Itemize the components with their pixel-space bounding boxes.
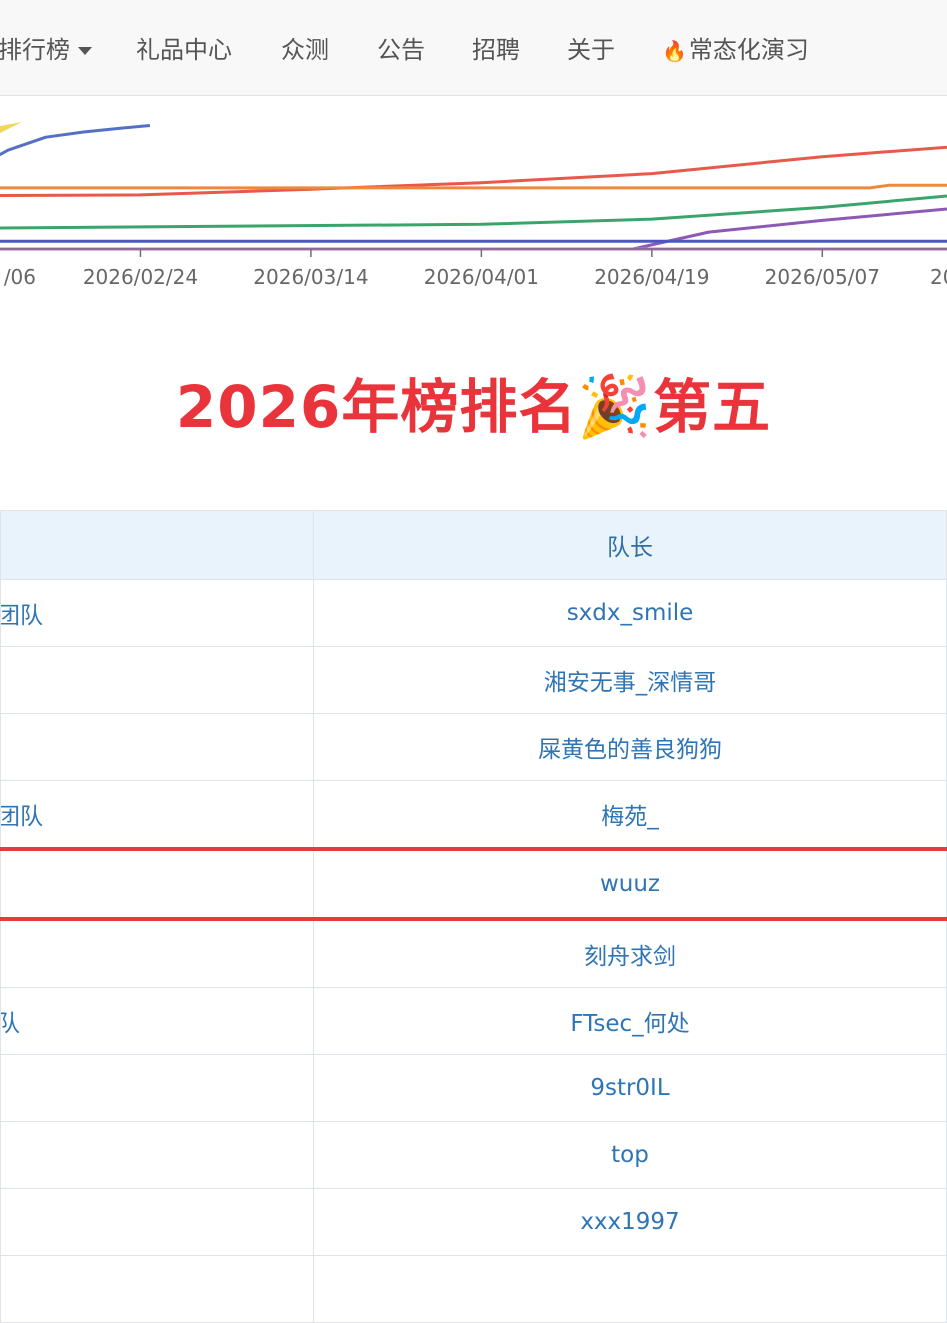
series-layer <box>0 124 947 251</box>
series-line-3 <box>0 183 947 190</box>
team-cell[interactable] <box>0 1054 314 1122</box>
nav-gift-center[interactable]: 礼品中心 <box>136 30 232 70</box>
table-row: 团队 梅苑_ <box>0 780 947 850</box>
team-cell[interactable]: 团队 <box>0 780 314 850</box>
nav-careers[interactable]: 招聘 <box>472 30 520 70</box>
table-row: 湘安无事_深情哥 <box>0 646 947 714</box>
x-tick-label: /06 <box>4 265 36 289</box>
header-leader: 队长 <box>313 510 947 580</box>
team-cell[interactable] <box>0 646 314 714</box>
x-tick-label: 2026/02/24 <box>83 265 198 289</box>
leader-name[interactable] <box>313 1255 947 1323</box>
x-tick-label: 2026/04/01 <box>424 265 539 289</box>
table-row: 屎黄色的善良狗狗 <box>0 713 947 781</box>
nav-drill-label: 常态化演习 <box>688 36 809 64</box>
fire-icon: 🔥 <box>662 39 687 63</box>
party-popper-icon: 🎉 <box>577 372 654 442</box>
caret-down-icon <box>78 47 92 55</box>
leader-name[interactable]: xxx1997 <box>313 1188 947 1256</box>
leader-name[interactable]: 刻舟求剑 <box>313 918 947 988</box>
table-row <box>0 1255 947 1323</box>
score-trend-chart: /06 2026/02/24 2026/03/14 2026/04/01 2026/04… <box>0 122 947 289</box>
leader-name[interactable]: sxdx_smile <box>313 579 947 647</box>
team-cell[interactable] <box>0 1188 314 1256</box>
team-name[interactable]: 团队 <box>2 603 44 629</box>
x-tick-label: 2026/04/19 <box>594 265 709 289</box>
table-header-row: 队长 <box>0 510 947 580</box>
leader-name[interactable]: top <box>313 1121 947 1189</box>
team-cell[interactable] <box>0 847 314 921</box>
nav-crowdtest[interactable]: 众测 <box>281 30 329 70</box>
team-name[interactable]: 团队 <box>2 804 44 830</box>
headline-text-before: 2026年榜排名 <box>175 373 578 441</box>
series-line-1 <box>0 124 151 157</box>
table-row: 队 FTsec_何处 <box>0 987 947 1055</box>
x-axis-ticks: /06 2026/02/24 2026/03/14 2026/04/01 2026/04… <box>4 249 947 289</box>
team-name[interactable]: 队 <box>2 1011 21 1037</box>
series-line-6 <box>0 239 947 243</box>
leader-name[interactable]: 梅苑_ <box>313 780 947 850</box>
team-cell[interactable] <box>0 918 314 988</box>
leaderboard-table: 队长 团队 sxdx_smile 湘安无事_深情哥 屎黄色的善良狗狗 团队 梅苑_ wuuz… <box>0 510 947 1323</box>
team-cell[interactable]: 团队 <box>0 579 314 647</box>
team-cell[interactable]: 队 <box>0 987 314 1055</box>
nav-drill[interactable]: 🔥常态化演习 <box>662 30 809 70</box>
nav-about[interactable]: 关于 <box>567 30 615 70</box>
x-tick-label: 2026/03/14 <box>253 265 368 289</box>
table-row: 刻舟求剑 <box>0 918 947 988</box>
table-row: 团队 sxdx_smile <box>0 579 947 647</box>
nav-announcements[interactable]: 公告 <box>377 30 425 70</box>
nav-leaderboard-label: 排行榜 <box>0 36 70 64</box>
leader-name[interactable]: 湘安无事_深情哥 <box>313 646 947 714</box>
table-row: wuuz <box>0 847 947 921</box>
top-navbar: 排行榜 礼品中心 众测 公告 招聘 关于 🔥常态化演习 <box>0 0 947 96</box>
team-cell[interactable] <box>0 1121 314 1189</box>
table-row: xxx1997 <box>0 1188 947 1256</box>
cropped-series-fragment <box>0 122 22 133</box>
team-cell[interactable] <box>0 713 314 781</box>
x-tick-label: 2026/05/07 <box>765 265 880 289</box>
headline-text-after: 第五 <box>653 373 772 441</box>
nav-leaderboard-dropdown[interactable]: 排行榜 <box>0 30 92 70</box>
leader-name[interactable]: 屎黄色的善良狗狗 <box>313 713 947 781</box>
leader-name[interactable]: 9str0IL <box>313 1054 947 1122</box>
leader-name[interactable]: FTsec_何处 <box>313 987 947 1055</box>
ranking-headline: 2026年榜排名🎉第五 <box>0 360 947 444</box>
x-tick-label: 20 <box>930 265 947 289</box>
team-cell[interactable] <box>0 1255 314 1323</box>
table-row: top <box>0 1121 947 1189</box>
header-team <box>0 510 314 580</box>
leader-name[interactable]: wuuz <box>313 847 947 921</box>
table-row: 9str0IL <box>0 1054 947 1122</box>
